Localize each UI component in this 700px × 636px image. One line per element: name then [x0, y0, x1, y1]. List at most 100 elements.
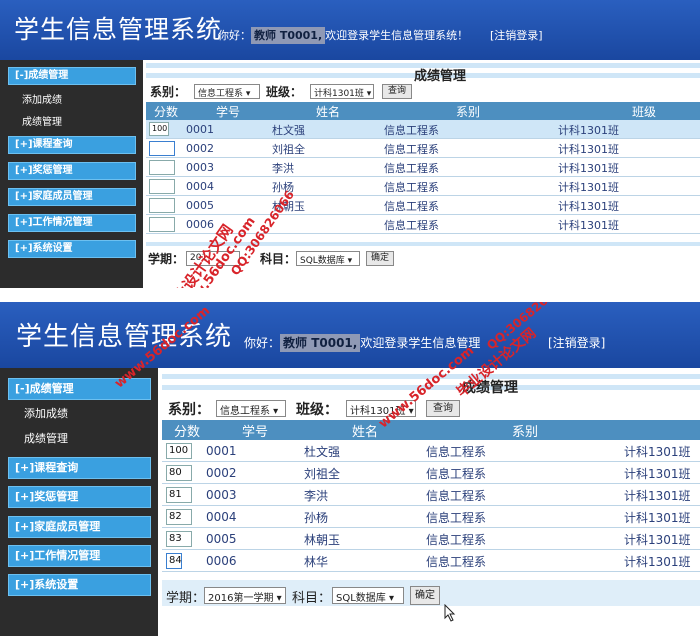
row-id: 0006	[206, 554, 237, 568]
query-button[interactable]: 查询	[426, 400, 460, 417]
score-input[interactable]	[149, 179, 175, 194]
subject-label: 科目：	[292, 591, 332, 606]
row-name: 李洪	[272, 162, 294, 175]
score-input[interactable]	[149, 198, 175, 213]
logout-link[interactable]: [注销登录]	[490, 27, 543, 43]
subject-select[interactable]: SQL数据库 ▾	[332, 587, 404, 604]
row-dept: 信息工程系	[384, 143, 439, 156]
score-input[interactable]: 83	[166, 531, 192, 547]
score-input[interactable]: 100	[166, 443, 192, 459]
table-row: 0005 林朝玉 信息工程系 计科1301班	[146, 196, 700, 215]
score-input[interactable]	[149, 160, 175, 175]
table-row: 0004 孙杨 信息工程系 计科1301班	[146, 177, 700, 196]
logout-link[interactable]: [注销登录]	[548, 334, 605, 351]
menu-reward-punish[interactable]: [+]奖惩管理	[8, 162, 136, 180]
score-input[interactable]	[149, 141, 175, 156]
page-title: 成绩管理	[414, 69, 467, 84]
col-score: 分数	[174, 425, 201, 440]
row-name: 孙杨	[304, 511, 329, 525]
menu-grade-management[interactable]: [-]成绩管理	[8, 67, 136, 85]
menu-family-members[interactable]: [+]家庭成员管理	[8, 516, 151, 538]
row-id: 0001	[186, 123, 214, 136]
current-user: 教师 T0001,	[254, 29, 323, 42]
col-name: 姓名	[352, 425, 379, 440]
class-select[interactable]: 计科1301班 ▾	[310, 84, 374, 99]
menu-family-members[interactable]: [+]家庭成员管理	[8, 188, 136, 206]
menu-item-add-grade[interactable]: 添加成绩	[22, 91, 62, 106]
table-row: 84 0006 林华 信息工程系 计科1301班	[162, 550, 700, 572]
row-id: 0002	[186, 142, 214, 155]
row-dept: 信息工程系	[384, 200, 439, 213]
row-class: 计科1301班	[624, 467, 691, 481]
main-panel: 成绩管理 系别： 信息工程系 ▾ 班级： 计科1301班 ▾ 查询 分数 学号 …	[162, 368, 700, 636]
row-dept: 信息工程系	[426, 445, 487, 459]
mouse-pointer-icon	[444, 603, 456, 626]
term-label: 学期：	[166, 591, 206, 606]
table-header: 分数 学号 姓名 系别 班级	[146, 102, 700, 120]
dept-select[interactable]: 信息工程系 ▾	[194, 84, 260, 99]
col-id: 学号	[216, 105, 241, 119]
row-class: 计科1301班	[624, 511, 691, 525]
query-button[interactable]: 查询	[382, 84, 412, 99]
row-name: 林华	[304, 555, 329, 569]
row-class: 计科1301班	[624, 489, 691, 503]
col-dept: 系别	[456, 105, 481, 119]
dept-select[interactable]: 信息工程系 ▾	[216, 400, 286, 417]
row-class: 计科1301班	[558, 162, 619, 175]
col-score: 分数	[154, 105, 179, 119]
menu-work-status[interactable]: [+]工作情况管理	[8, 545, 151, 567]
score-input[interactable]	[149, 217, 175, 232]
menu-system-settings[interactable]: [+]系统设置	[8, 240, 136, 258]
row-class: 计科1301班	[558, 124, 619, 137]
row-class: 计科1301班	[558, 143, 619, 156]
row-dept: 信息工程系	[426, 533, 487, 547]
menu-course-query[interactable]: [+]课程查询	[8, 136, 136, 154]
row-name: 林朝玉	[304, 533, 341, 547]
menu-reward-punish[interactable]: [+]奖惩管理	[8, 486, 151, 508]
table-row: 0002 刘祖全 信息工程系 计科1301班	[146, 139, 700, 158]
menu-system-settings[interactable]: [+]系统设置	[8, 574, 151, 596]
confirm-button[interactable]: 确定	[366, 251, 394, 266]
row-id: 0003	[206, 488, 237, 502]
row-dept: 信息工程系	[426, 489, 487, 503]
menu-item-add-grade[interactable]: 添加成绩	[24, 405, 68, 421]
row-id: 0002	[206, 466, 237, 480]
table-row: 82 0004 孙杨 信息工程系 计科1301班	[162, 506, 700, 528]
col-id: 学号	[242, 425, 269, 440]
score-input[interactable]: 84	[166, 553, 182, 569]
row-dept: 信息工程系	[426, 511, 487, 525]
screenshot-bottom: 学生信息管理系统 你好： 教师 T0001, 欢迎登录学生信息管理 [注销登录] […	[0, 302, 700, 636]
subject-select[interactable]: SQL数据库 ▾	[296, 251, 360, 266]
dept-label: 系别：	[168, 402, 210, 418]
screenshot-top: 学生信息管理系统 你好： 教师 T0001, 欢迎登录学生信息管理系统！ [注销登录…	[0, 0, 700, 288]
row-id: 0004	[186, 180, 214, 193]
confirm-button[interactable]: 确定	[410, 586, 440, 605]
table-row: 83 0005 林朝玉 信息工程系 计科1301班	[162, 528, 700, 550]
row-class: 计科1301班	[624, 533, 691, 547]
greeting: 你好： 教师 T0001, 欢迎登录学生信息管理	[244, 334, 481, 352]
score-input[interactable]: 81	[166, 487, 192, 503]
row-dept: 信息工程系	[426, 467, 487, 481]
menu-item-grade-management[interactable]: 成绩管理	[22, 113, 62, 128]
table-header: 分数 学号 姓名 系别	[162, 420, 700, 440]
col-name: 姓名	[316, 105, 341, 119]
menu-work-status[interactable]: [+]工作情况管理	[8, 214, 136, 232]
score-input[interactable]: 100	[149, 122, 169, 136]
menu-item-grade-management[interactable]: 成绩管理	[24, 430, 68, 446]
menu-course-query[interactable]: [+]课程查询	[8, 457, 151, 479]
table-row: 80 0002 刘祖全 信息工程系 计科1301班	[162, 462, 700, 484]
row-id: 0006	[186, 218, 214, 231]
score-input[interactable]: 80	[166, 465, 192, 481]
row-dept: 信息工程系	[384, 124, 439, 137]
subject-label: 科目：	[260, 252, 297, 266]
term-label: 学期：	[148, 252, 185, 266]
term-select[interactable]: 2016第一学期 ▾	[204, 587, 286, 604]
table-row: 0003 李洪 信息工程系 计科1301班	[146, 158, 700, 177]
class-label: 班级：	[296, 402, 338, 418]
table-row: 81 0003 李洪 信息工程系 计科1301班	[162, 484, 700, 506]
table-row: 100 0001 杜文强 信息工程系 计科1301班	[162, 440, 700, 462]
greeting: 你好： 教师 T0001, 欢迎登录学生信息管理系统！	[218, 27, 469, 44]
row-dept: 信息工程系	[384, 181, 439, 194]
dept-label: 系别：	[150, 85, 187, 99]
score-input[interactable]: 82	[166, 509, 192, 525]
